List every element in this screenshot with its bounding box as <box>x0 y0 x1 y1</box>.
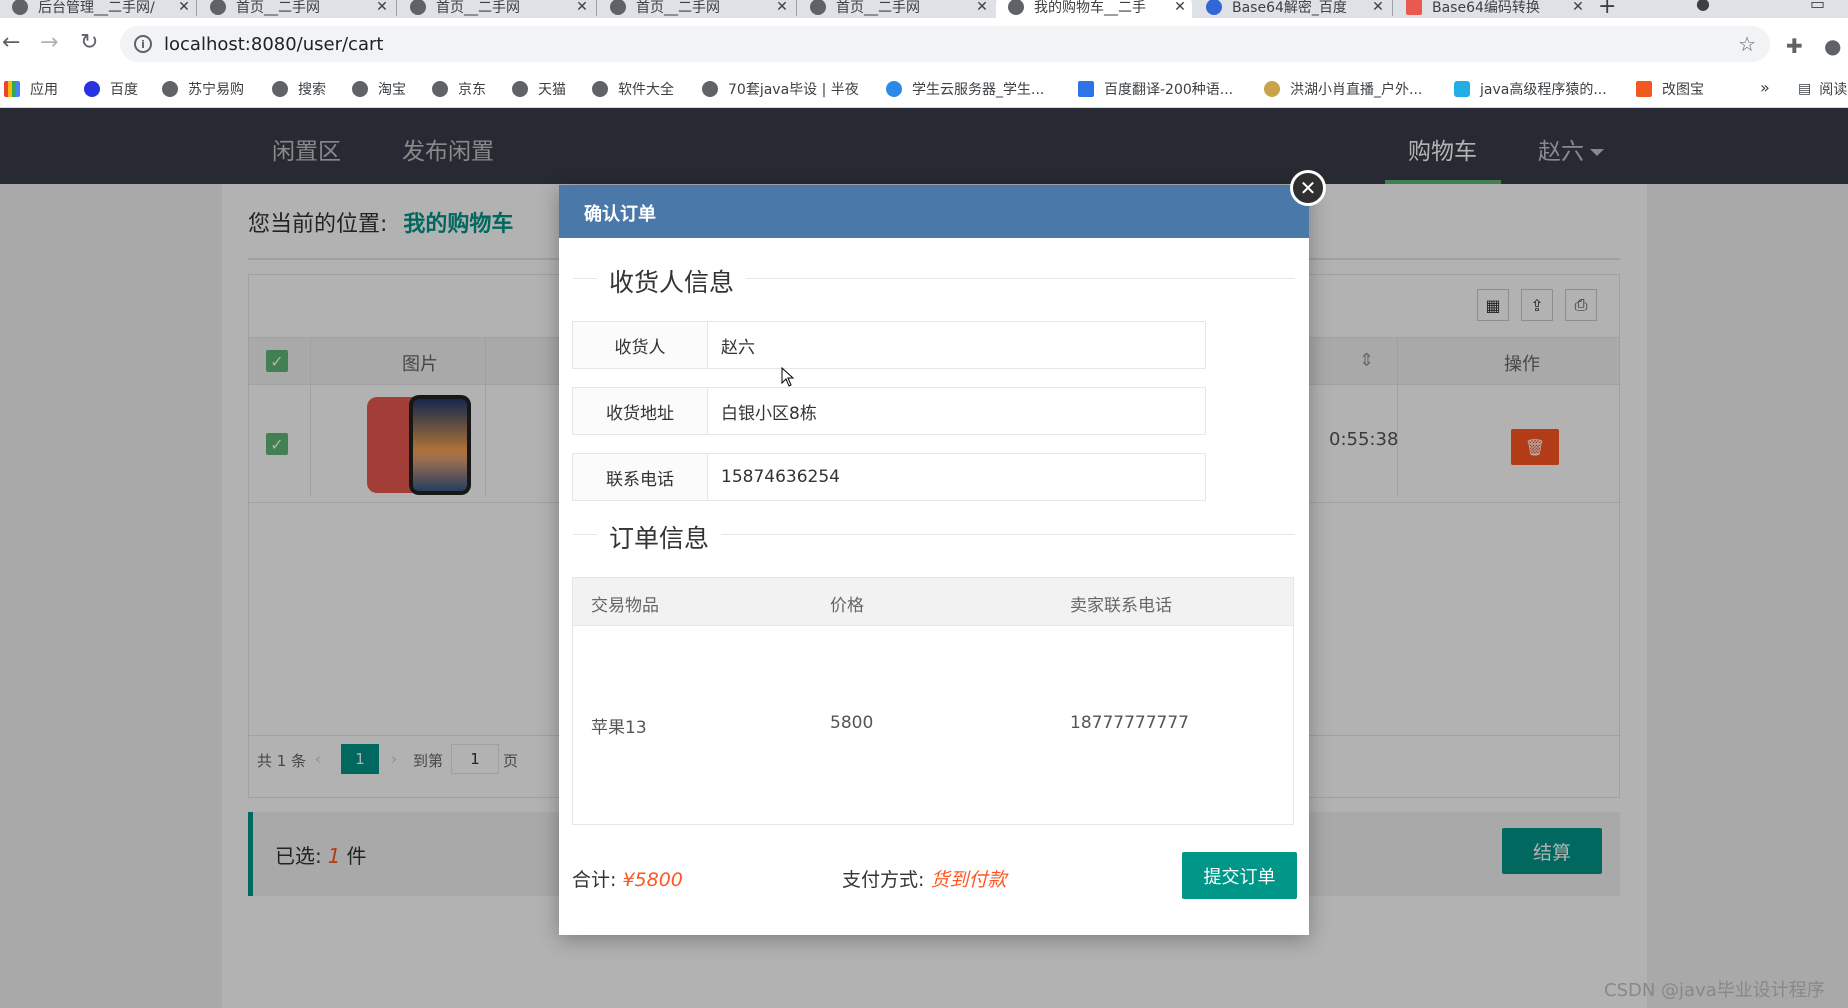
bilibili-tv-icon <box>1454 81 1470 97</box>
globe-icon <box>210 0 226 15</box>
bookmark-item[interactable]: 洪湖小肖直播_户外... <box>1264 79 1422 99</box>
globe-icon <box>1008 0 1024 15</box>
bookmark-apps[interactable]: 应用 <box>4 79 58 99</box>
site-info-icon[interactable]: i <box>134 35 152 53</box>
baidu-paw-icon <box>1206 0 1222 15</box>
browser-tab[interactable]: 首页__二手网 ✕ <box>598 0 794 18</box>
bookmark-item[interactable]: 百度 <box>84 79 138 99</box>
bookmark-item[interactable]: 学生云服务器_学生... <box>886 79 1044 99</box>
close-tab-icon[interactable]: ✕ <box>1168 0 1192 15</box>
submit-order-button[interactable]: 提交订单 <box>1182 852 1297 899</box>
cloud-icon <box>886 81 902 97</box>
browser-tab[interactable]: 首页__二手网 ✕ <box>398 0 594 18</box>
close-tab-icon[interactable]: ✕ <box>970 0 994 15</box>
watermark: CSDN @java毕业设计程序 <box>1604 980 1825 1001</box>
browser-tab[interactable]: 首页__二手网 ✕ <box>798 0 994 18</box>
reload-icon[interactable]: ↻ <box>80 30 98 55</box>
close-tab-icon[interactable]: ✕ <box>1366 0 1390 15</box>
new-tab-icon[interactable]: + <box>1598 0 1616 18</box>
close-tab-icon[interactable]: ✕ <box>1566 0 1590 15</box>
back-icon[interactable]: ← <box>2 30 20 55</box>
globe-icon <box>512 81 528 97</box>
modal-title: 确认订单 <box>559 185 1309 238</box>
bookmark-item[interactable]: 苏宁易购 <box>162 79 244 99</box>
globe-icon <box>432 81 448 97</box>
order-total: 合计: ¥5800 <box>572 869 683 891</box>
mouse-cursor-icon <box>781 367 795 387</box>
address-bar[interactable]: i localhost:8080/user/cart ☆ <box>120 26 1770 62</box>
close-tab-icon[interactable]: ✕ <box>770 0 794 15</box>
order-table-row: 苹果13 5800 18777777777 <box>591 713 1189 738</box>
bookmark-item[interactable]: 70套java毕设 | 半夜 <box>702 79 859 99</box>
close-modal-icon[interactable]: ✕ <box>1290 170 1326 206</box>
browser-tabstrip: 后台管理__二手网/✕ 首页__二手网 ✕ 首页__二手网 ✕ 首页__二手网 ✕ 首… <box>0 0 1848 18</box>
more-bookmarks-icon[interactable]: » <box>1760 78 1770 97</box>
browser-tab[interactable]: 首页__二手网 ✕ <box>198 0 394 18</box>
bookmark-item[interactable]: 软件大全 <box>592 79 674 99</box>
close-tab-icon[interactable]: ✕ <box>172 0 196 15</box>
payment-method: 支付方式: 货到付款 <box>842 869 1007 891</box>
bookmark-star-icon[interactable]: ☆ <box>1738 32 1756 56</box>
browser-toolbar: ← → ↻ i localhost:8080/user/cart ☆ ✚ ● <box>0 18 1848 72</box>
browser-tab[interactable]: Base64编码转换 ✕ <box>1394 0 1590 18</box>
globe-icon <box>352 81 368 97</box>
globe-icon <box>410 0 426 15</box>
url-text: localhost:8080/user/cart <box>164 33 384 55</box>
browser-tab-active[interactable]: 我的购物车__二手 ✕ <box>996 0 1192 18</box>
globe-icon <box>810 0 826 15</box>
bookmark-item[interactable]: java高级程序猿的... <box>1454 79 1607 99</box>
baidu-paw-icon <box>84 81 100 97</box>
receiver-phone-row: 联系电话 15874636254 <box>572 453 1206 501</box>
close-tab-icon[interactable]: ✕ <box>370 0 394 15</box>
globe-icon <box>610 0 626 15</box>
order-section-title: 订单信息 <box>573 519 1295 555</box>
bookmark-item[interactable]: 改图宝 <box>1636 79 1704 99</box>
image-tool-icon <box>1636 81 1652 97</box>
bookmark-item[interactable]: 淘宝 <box>352 79 406 99</box>
reading-list-icon: ▤ <box>1798 81 1812 97</box>
bookmark-item[interactable]: 搜索 <box>272 79 326 99</box>
receiver-name-row: 收货人 赵六 <box>572 321 1206 369</box>
receiver-section-title: 收货人信息 <box>573 263 1295 299</box>
globe-icon <box>592 81 608 97</box>
order-table: 交易物品 价格 卖家联系电话 苹果13 5800 18777777777 <box>572 577 1294 825</box>
globe-icon <box>12 0 28 15</box>
feather-icon <box>1264 81 1280 97</box>
translate-icon <box>1078 81 1094 97</box>
receiver-name-input[interactable]: 赵六 <box>708 321 1206 369</box>
bookmark-item[interactable]: 百度翻译-200种语... <box>1078 79 1233 99</box>
bookmark-item[interactable]: 天猫 <box>512 79 566 99</box>
reading-list[interactable]: ▤ 阅读 <box>1798 79 1847 99</box>
apps-grid-icon <box>4 81 20 97</box>
forward-icon[interactable]: → <box>40 30 58 55</box>
globe-icon <box>702 81 718 97</box>
restore-window-icon[interactable]: ▭ <box>1810 0 1825 13</box>
receiver-phone-input[interactable]: 15874636254 <box>708 453 1206 501</box>
bookmarks-bar: 应用 百度 苏宁易购 搜索 淘宝 京东 天猫 软件大全 70套java毕设 | … <box>0 72 1848 108</box>
close-tab-icon[interactable]: ✕ <box>570 0 594 15</box>
receiver-address-input[interactable]: 白银小区8栋 <box>708 387 1206 435</box>
browser-tab[interactable]: 后台管理__二手网/✕ <box>0 0 196 18</box>
confirm-order-modal: 确认订单 收货人信息 收货人 赵六 收货地址 白银小区8栋 联系电话 15874… <box>559 185 1309 935</box>
site-favicon-icon <box>1406 0 1422 15</box>
extensions-icon[interactable]: ✚ <box>1786 34 1803 58</box>
profile-avatar-icon[interactable]: ● <box>1824 34 1841 58</box>
tab-search-icon[interactable]: ● <box>1696 0 1710 13</box>
browser-tab[interactable]: Base64解密_百度 ✕ <box>1194 0 1390 18</box>
globe-icon <box>162 81 178 97</box>
globe-icon <box>272 81 288 97</box>
order-table-header: 交易物品 价格 卖家联系电话 <box>573 578 1293 626</box>
receiver-address-row: 收货地址 白银小区8栋 <box>572 387 1206 435</box>
bookmark-item[interactable]: 京东 <box>432 79 486 99</box>
